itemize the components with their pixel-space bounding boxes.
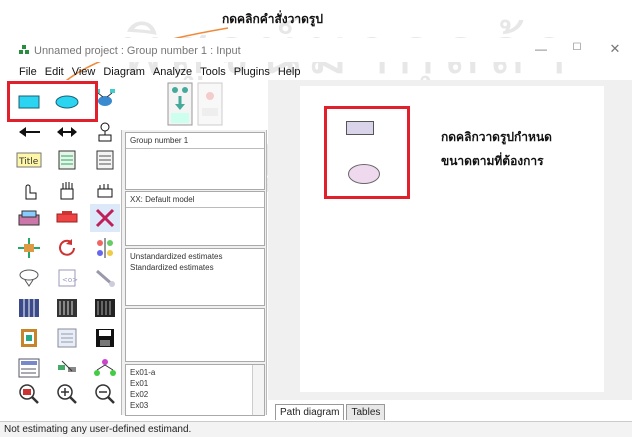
- save-icon[interactable]: [90, 324, 120, 352]
- menu-edit[interactable]: Edit: [45, 63, 64, 81]
- list-item[interactable]: Ex01-a: [126, 365, 264, 378]
- menu-plugins[interactable]: Plugins: [234, 63, 270, 81]
- select-one-icon[interactable]: [14, 176, 44, 204]
- tab-path-diagram[interactable]: Path diagram: [275, 404, 345, 420]
- deselect-icon[interactable]: [90, 176, 120, 204]
- menu-bar: File Edit View Diagram Analyze Tools Plu…: [0, 63, 632, 81]
- erase-icon[interactable]: [90, 204, 120, 232]
- menu-help[interactable]: Help: [278, 63, 301, 81]
- menu-file[interactable]: File: [19, 63, 37, 81]
- view-tabs: Path diagram Tables: [275, 404, 387, 420]
- status-bar: Not estimating any user-defined estimand…: [0, 421, 632, 437]
- group-item[interactable]: Group number 1: [126, 133, 264, 149]
- zoom-out-icon[interactable]: [90, 380, 120, 408]
- list-scrollbar[interactable]: [252, 365, 264, 415]
- list-item[interactable]: Ex02: [126, 389, 264, 400]
- unique-variable-icon[interactable]: [90, 118, 120, 146]
- view-input-icon[interactable]: [167, 82, 193, 126]
- list-item[interactable]: Ex03: [126, 400, 264, 411]
- estimates-panel: Unstandardized estimates Standardized es…: [125, 248, 265, 306]
- svg-text:Title: Title: [18, 157, 39, 167]
- svg-text:<o>: <o>: [62, 276, 78, 284]
- duplicate-icon[interactable]: [14, 204, 44, 232]
- touch-up-icon[interactable]: <o>: [52, 264, 82, 292]
- tab-tables[interactable]: Tables: [346, 404, 386, 420]
- file-list: Ex01-a Ex01 Ex02 Ex03: [125, 364, 265, 416]
- unstandardized-option[interactable]: Unstandardized estimates: [126, 249, 264, 262]
- data-files-icon[interactable]: [14, 294, 44, 322]
- select-all-icon[interactable]: [52, 176, 82, 204]
- move-parameters-icon[interactable]: [14, 234, 44, 262]
- drag-properties-icon[interactable]: [90, 264, 120, 292]
- groups-panel: Group number 1: [125, 132, 265, 190]
- list-variables-icon[interactable]: [52, 146, 82, 174]
- annotation-draw-size-line1: กดคลิกวาดรูปกำหนด: [441, 130, 552, 144]
- menu-diagram[interactable]: Diagram: [103, 63, 145, 81]
- view-output-icon[interactable]: [197, 82, 223, 126]
- annotation-draw-command: กดคลิกคำสั่งวาดรูป: [222, 12, 323, 26]
- minimize-button[interactable]: —: [532, 42, 550, 56]
- drag-icon[interactable]: [52, 354, 82, 382]
- drawn-rectangle[interactable]: [346, 121, 374, 135]
- list-item[interactable]: Ex01: [126, 378, 264, 389]
- reflect-icon[interactable]: [90, 234, 120, 262]
- menu-view[interactable]: View: [72, 63, 96, 81]
- calculate-icon[interactable]: [90, 294, 120, 322]
- zoom-in-area-icon[interactable]: [14, 380, 44, 408]
- output-panel: [125, 308, 265, 362]
- app-icon: [19, 45, 29, 54]
- close-button[interactable]: ✕: [606, 41, 624, 56]
- view-text-icon[interactable]: [52, 324, 82, 352]
- toolbox: Title <o>: [10, 80, 120, 415]
- analysis-properties-icon[interactable]: [52, 294, 82, 322]
- models-panel: XX: Default model: [125, 191, 265, 246]
- standardized-option[interactable]: Standardized estimates: [126, 262, 264, 273]
- input-output-toggle: [121, 80, 267, 130]
- highlight-box-draw-tools: [7, 81, 98, 122]
- maximize-button[interactable]: ☐: [568, 42, 586, 56]
- double-arrow-icon[interactable]: [52, 118, 82, 146]
- window-title: Unnamed project : Group number 1 : Input: [34, 45, 241, 57]
- rotate-icon[interactable]: [52, 234, 82, 262]
- preserve-symmetry-icon[interactable]: [90, 354, 120, 382]
- move-icon[interactable]: [52, 204, 82, 232]
- title-icon[interactable]: Title: [14, 146, 44, 174]
- object-properties-icon[interactable]: [14, 354, 44, 382]
- zoom-in-icon[interactable]: [52, 380, 82, 408]
- list-data-icon[interactable]: [90, 146, 120, 174]
- scroll-icon[interactable]: [14, 264, 44, 292]
- left-arrow-icon[interactable]: [14, 118, 44, 146]
- highlight-box-drawn-shapes: [324, 106, 410, 199]
- drawn-ellipse[interactable]: [348, 164, 380, 184]
- menu-analyze[interactable]: Analyze: [153, 63, 192, 81]
- copy-clipboard-icon[interactable]: [14, 324, 44, 352]
- menu-tools[interactable]: Tools: [200, 63, 226, 81]
- model-item[interactable]: XX: Default model: [126, 192, 264, 208]
- annotation-draw-size-line2: ขนาดตามที่ต้องการ: [441, 154, 544, 168]
